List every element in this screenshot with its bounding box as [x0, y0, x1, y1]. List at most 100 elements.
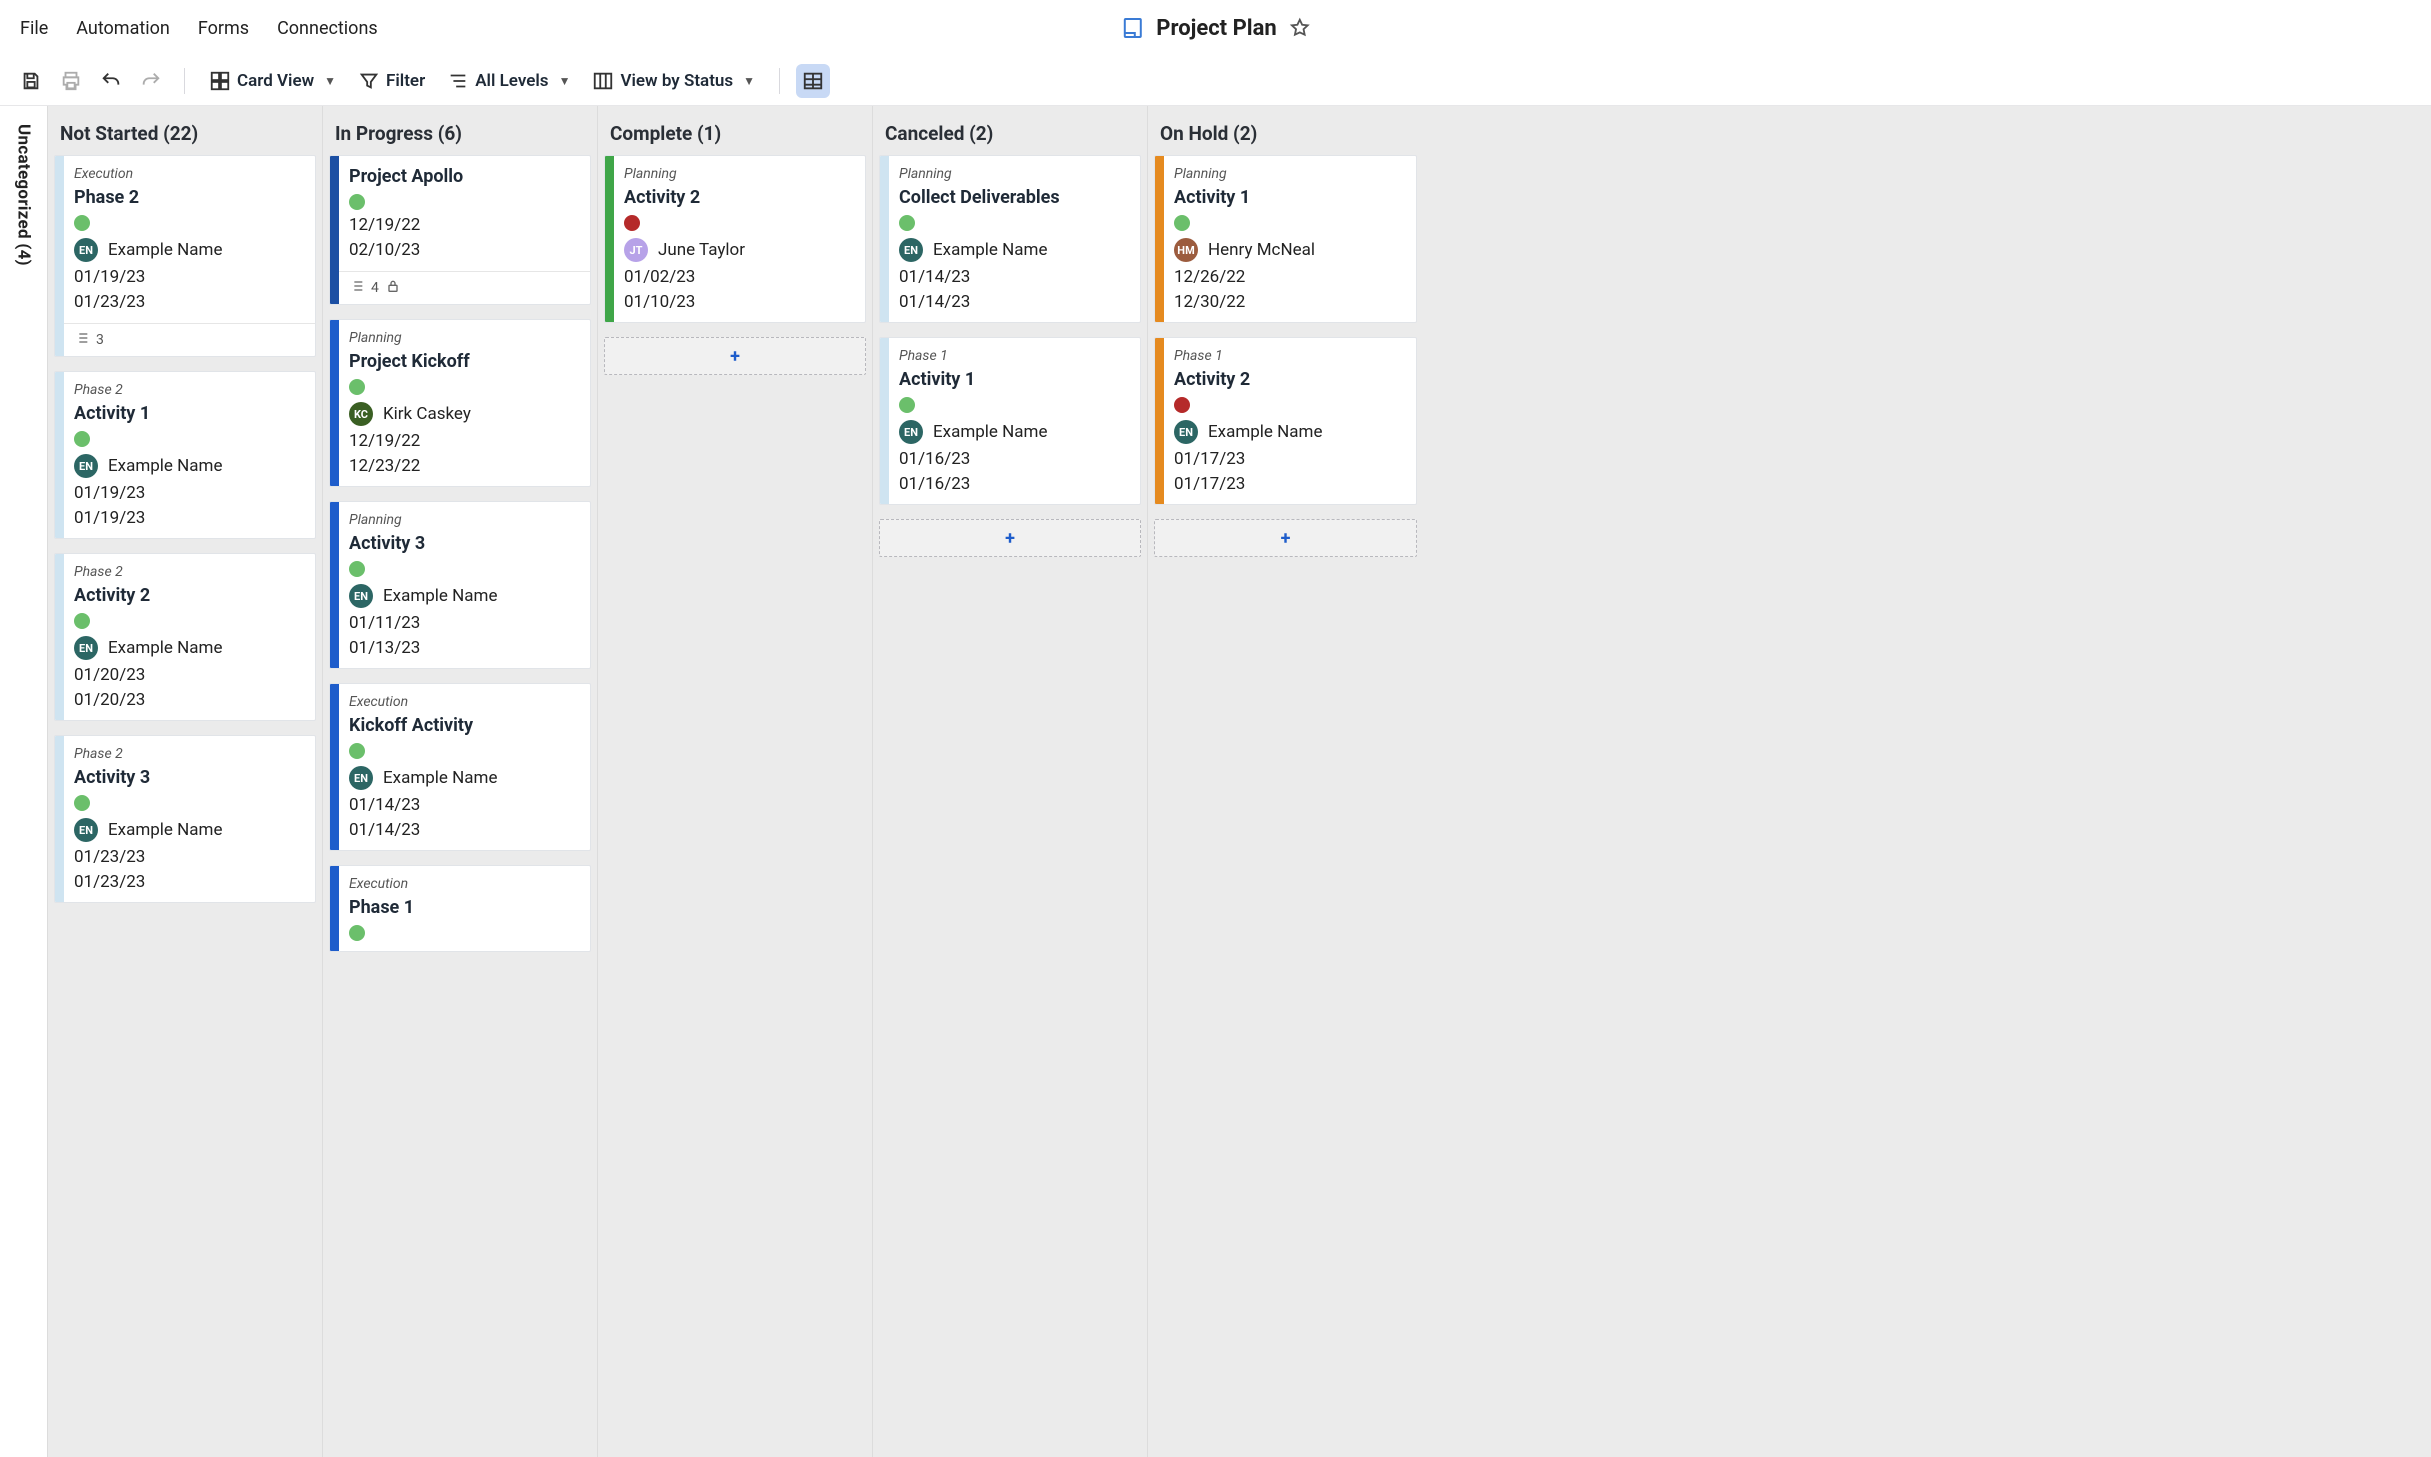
add-card-button[interactable]: +: [604, 337, 866, 375]
card-category: Execution: [349, 694, 578, 710]
card-date-end: 01/17/23: [1174, 474, 1404, 494]
card-category: Execution: [74, 166, 303, 182]
column-body[interactable]: Project Apollo12/19/2202/10/234PlanningP…: [323, 155, 597, 1457]
column-body[interactable]: PlanningCollect DeliverablesENExample Na…: [873, 155, 1147, 1457]
card-category: Phase 2: [74, 564, 303, 580]
card[interactable]: PlanningProject KickoffKCKirk Caskey12/1…: [329, 319, 591, 487]
card-edge: [55, 736, 64, 902]
add-card-button[interactable]: +: [879, 519, 1141, 557]
avatar: EN: [1174, 420, 1198, 444]
card-date-start: 12/19/22: [349, 431, 578, 451]
viewby-button[interactable]: View by Status ▼: [584, 64, 763, 98]
menu-connections[interactable]: Connections: [263, 12, 392, 45]
column-body[interactable]: PlanningActivity 2JTJune Taylor01/02/230…: [598, 155, 872, 1457]
card-date-start: 01/02/23: [624, 267, 853, 287]
card-assignee: KCKirk Caskey: [349, 402, 578, 426]
status-dot: [1174, 215, 1190, 231]
card-edge: [330, 502, 339, 668]
sheet-icon: [1120, 16, 1144, 40]
assignee-name: June Taylor: [658, 240, 745, 260]
card[interactable]: Phase 2Activity 1ENExample Name01/19/230…: [54, 371, 316, 539]
avatar: EN: [899, 238, 923, 262]
star-icon[interactable]: [1289, 17, 1311, 39]
save-button[interactable]: [14, 64, 48, 98]
assignee-name: Example Name: [108, 638, 222, 658]
uncategorized-label: Uncategorized (4): [14, 124, 34, 266]
status-dot: [349, 194, 365, 210]
card-title: Activity 2: [74, 585, 303, 606]
status-dot: [349, 925, 365, 941]
card[interactable]: Project Apollo12/19/2202/10/234: [329, 155, 591, 305]
card-edge: [330, 320, 339, 486]
compact-view-button[interactable]: [796, 64, 830, 98]
card[interactable]: Phase 1Activity 2ENExample Name01/17/230…: [1154, 337, 1417, 505]
avatar: HM: [1174, 238, 1198, 262]
card[interactable]: Phase 1Activity 1ENExample Name01/16/230…: [879, 337, 1141, 505]
card[interactable]: Phase 2Activity 3ENExample Name01/23/230…: [54, 735, 316, 903]
card-date-start: 12/26/22: [1174, 267, 1404, 287]
card[interactable]: ExecutionPhase 2ENExample Name01/19/2301…: [54, 155, 316, 357]
card[interactable]: PlanningActivity 3ENExample Name01/11/23…: [329, 501, 591, 669]
assignee-name: Example Name: [383, 586, 497, 606]
card-view-button[interactable]: Card View ▼: [201, 64, 344, 98]
chevron-down-icon: ▼: [743, 74, 755, 88]
status-dot: [349, 379, 365, 395]
column-body[interactable]: PlanningActivity 1HMHenry McNeal12/26/22…: [1148, 155, 1423, 1457]
card-assignee: ENExample Name: [74, 636, 303, 660]
card-date-end: 01/23/23: [74, 872, 303, 892]
status-dot: [899, 215, 915, 231]
print-button[interactable]: [54, 64, 88, 98]
assignee-name: Example Name: [933, 240, 1047, 260]
assignee-name: Example Name: [108, 456, 222, 476]
card-date-end: 01/19/23: [74, 508, 303, 528]
column-header: Not Started (22): [48, 106, 322, 155]
card-category: Planning: [899, 166, 1128, 182]
status-dot: [74, 215, 90, 231]
filter-button[interactable]: Filter: [350, 64, 433, 98]
card-category: Planning: [624, 166, 853, 182]
card-category: Phase 2: [74, 382, 303, 398]
card-date-end: 12/30/22: [1174, 292, 1404, 312]
status-dot: [74, 431, 90, 447]
card-assignee: EN Example Name: [899, 238, 1128, 262]
card-edge: [330, 156, 339, 304]
levels-button[interactable]: All Levels ▼: [439, 64, 578, 98]
add-card-button[interactable]: +: [1154, 519, 1417, 557]
card-date-end: 02/10/23: [349, 240, 578, 260]
card[interactable]: ExecutionPhase 1: [329, 865, 591, 952]
chevron-down-icon: ▼: [324, 74, 336, 88]
menu-file[interactable]: File: [20, 12, 62, 45]
undo-button[interactable]: [94, 64, 128, 98]
levels-label: All Levels: [475, 71, 548, 91]
menu-forms[interactable]: Forms: [184, 12, 263, 45]
uncategorized-sidebar[interactable]: Uncategorized (4): [0, 106, 48, 1457]
card-title: Activity 1: [1174, 187, 1404, 208]
card-assignee: ENExample Name: [349, 584, 578, 608]
card-assignee: ENExample Name: [74, 818, 303, 842]
card-date-start: 01/16/23: [899, 449, 1128, 469]
card-assignee: ENExample Name: [1174, 420, 1404, 444]
list-icon: [349, 278, 365, 298]
status-dot: [349, 743, 365, 759]
card-title: Activity 2: [624, 187, 853, 208]
card-date-end: 01/16/23: [899, 474, 1128, 494]
card-assignee: ENExample Name: [349, 766, 578, 790]
menu-automation[interactable]: Automation: [62, 12, 184, 45]
card-date-end: 01/14/23: [349, 820, 578, 840]
column: Not Started (22) Execution Phase 2 ENExampl…: [48, 106, 323, 1457]
card[interactable]: PlanningCollect DeliverablesENExample Na…: [879, 155, 1141, 323]
card[interactable]: PlanningActivity 1HMHenry McNeal12/26/22…: [1154, 155, 1417, 323]
card[interactable]: ExecutionKickoff ActivityENExample Name0…: [329, 683, 591, 851]
redo-button[interactable]: [134, 64, 168, 98]
card-edge: [55, 156, 64, 356]
card-edge: [880, 156, 889, 322]
card[interactable]: Phase 2Activity 2ENExample Name01/20/230…: [54, 553, 316, 721]
card-title: Activity 1: [899, 369, 1128, 390]
board[interactable]: Not Started (22) Execution Phase 2 EN Exampl…: [48, 106, 2431, 1457]
column-header: On Hold (2): [1148, 106, 1423, 155]
avatar: EN: [349, 766, 373, 790]
column-body[interactable]: Execution Phase 2 ENExample Name 01/19/23 01…: [48, 155, 322, 1457]
card[interactable]: PlanningActivity 2JTJune Taylor01/02/230…: [604, 155, 866, 323]
card-category: Planning: [349, 512, 578, 528]
avatar: JT: [624, 238, 648, 262]
